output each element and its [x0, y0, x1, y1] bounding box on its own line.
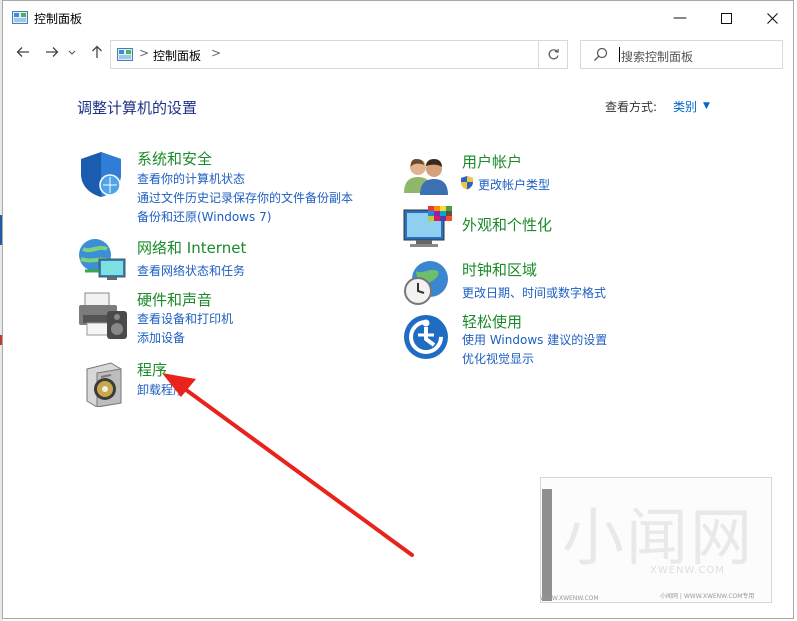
annotation-arrow: [162, 373, 414, 557]
